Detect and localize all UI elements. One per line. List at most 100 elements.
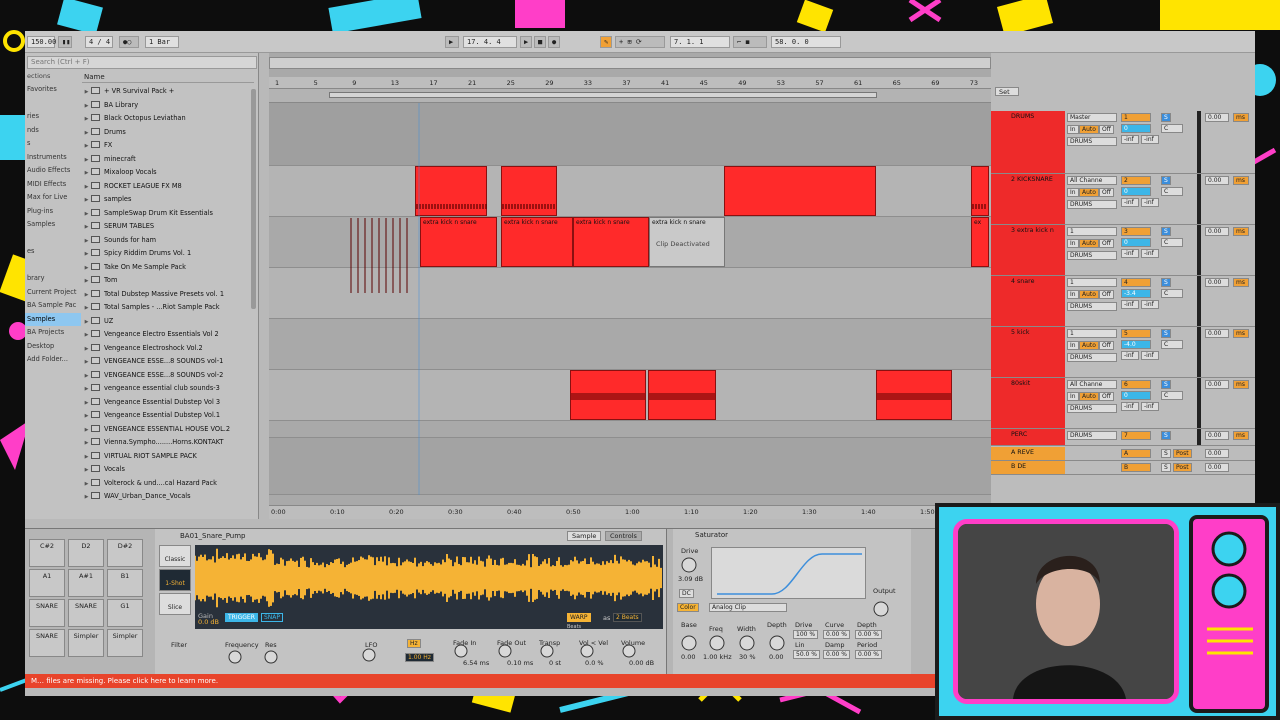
- expand-triangle-icon[interactable]: ▶: [82, 356, 91, 369]
- loop-brace[interactable]: [269, 89, 991, 103]
- return-activator[interactable]: A: [1121, 449, 1151, 458]
- routing-select[interactable]: All Channe: [1067, 176, 1117, 185]
- routing-select[interactable]: DRUMS: [1067, 431, 1117, 440]
- clip[interactable]: [415, 166, 487, 216]
- send-field[interactable]: 0.00: [1205, 380, 1229, 389]
- routing-select[interactable]: All Channe: [1067, 380, 1117, 389]
- browser-folder-item[interactable]: ▶ Vocals: [82, 463, 254, 477]
- mode-1shot-button[interactable]: 1-Shot: [159, 569, 191, 591]
- curve-value[interactable]: 0.00 %: [823, 630, 850, 639]
- solo-button[interactable]: S: [1161, 227, 1171, 236]
- browser-folder-item[interactable]: ▶ + VR Survival Pack +: [82, 85, 254, 99]
- drum-pad[interactable]: SNARE: [29, 599, 65, 627]
- category-item[interactable]: Favorites: [25, 83, 81, 97]
- browser-folder-item[interactable]: ▶ Vengeance Essential Dubstep Vol 3: [82, 396, 254, 410]
- auto-button[interactable]: Auto: [1079, 341, 1099, 350]
- volume-value[interactable]: 0.00 dB: [629, 659, 654, 667]
- auto-button[interactable]: Auto: [1079, 239, 1099, 248]
- clip[interactable]: [648, 370, 716, 420]
- expand-triangle-icon[interactable]: ▶: [82, 289, 91, 302]
- beats-mode[interactable]: Beats: [567, 624, 581, 630]
- track-activator-button[interactable]: 5: [1121, 329, 1151, 338]
- browser-folder-item[interactable]: ▶ FX: [82, 139, 254, 153]
- expand-triangle-icon[interactable]: ▶: [82, 140, 91, 153]
- category-item[interactable]: Plug-ins: [25, 205, 81, 219]
- browser-folder-item[interactable]: ▶ WAV_Urban_Dance_Vocals: [82, 490, 254, 504]
- off-button[interactable]: Off: [1099, 290, 1114, 299]
- browser-folder-item[interactable]: ▶ Mixaloop Vocals: [82, 166, 254, 180]
- track-name[interactable]: 3 extra kick n: [991, 225, 1065, 275]
- transp-value[interactable]: 0 st: [549, 659, 561, 667]
- volume-field[interactable]: -4.0: [1121, 340, 1151, 349]
- volume-field[interactable]: 0: [1121, 124, 1151, 133]
- expand-triangle-icon[interactable]: ▶: [82, 491, 91, 504]
- category-item[interactable]: s: [25, 137, 81, 151]
- expand-triangle-icon[interactable]: ▶: [82, 410, 91, 423]
- drum-pad[interactable]: D2: [68, 539, 104, 567]
- ms-button[interactable]: ms: [1233, 431, 1249, 440]
- volume-field[interactable]: 0: [1121, 391, 1151, 400]
- category-item-samples[interactable]: Samples: [25, 312, 81, 326]
- browser-folder-item[interactable]: ▶ vengeance essential club sounds-3: [82, 382, 254, 396]
- browser-search-input[interactable]: Search (Ctrl + F): [27, 56, 257, 69]
- in-button[interactable]: In: [1067, 341, 1079, 350]
- volume-field[interactable]: -3.4: [1121, 289, 1151, 298]
- lane-drums[interactable]: [269, 103, 991, 166]
- play-icon[interactable]: ▶: [520, 36, 532, 48]
- loop-switch-icon[interactable]: ⌐ ◼: [733, 36, 767, 48]
- arrangement-overview[interactable]: [269, 57, 991, 69]
- in-button[interactable]: In: [1067, 239, 1079, 248]
- off-button[interactable]: Off: [1099, 188, 1114, 197]
- solo-button[interactable]: S: [1161, 176, 1171, 185]
- send-field[interactable]: 0.00: [1205, 463, 1229, 472]
- expand-triangle-icon[interactable]: ▶: [82, 451, 91, 464]
- browser-scrollbar[interactable]: [251, 89, 256, 309]
- category-item[interactable]: ries: [25, 110, 81, 124]
- automation-icons[interactable]: + ⊞ ⟳: [615, 36, 665, 48]
- expand-triangle-icon[interactable]: ▶: [82, 437, 91, 450]
- off-button[interactable]: Off: [1099, 125, 1114, 134]
- expand-triangle-icon[interactable]: ▶: [82, 154, 91, 167]
- in-button[interactable]: In: [1067, 188, 1079, 197]
- drum-pad[interactable]: B1: [107, 569, 143, 597]
- lane-kick[interactable]: [269, 319, 991, 370]
- post-button[interactable]: Post: [1173, 449, 1192, 458]
- track-activator-button[interactable]: 1: [1121, 113, 1151, 122]
- stop-icon[interactable]: ■: [534, 36, 546, 48]
- expand-triangle-icon[interactable]: ▶: [82, 275, 91, 288]
- send-field[interactable]: 0.00: [1205, 431, 1229, 440]
- drive-value[interactable]: 3.09 dB: [678, 575, 703, 583]
- send-field[interactable]: 0.00: [1205, 227, 1229, 236]
- pan-field[interactable]: C: [1161, 289, 1183, 298]
- expand-triangle-icon[interactable]: ▶: [82, 181, 91, 194]
- browser-folder-item[interactable]: ▶ Vengeance Essential Dubstep Vol.1: [82, 409, 254, 423]
- category-item[interactable]: es: [25, 245, 81, 259]
- solo-button[interactable]: S: [1161, 449, 1171, 458]
- ms-button[interactable]: ms: [1233, 113, 1249, 122]
- routing-select[interactable]: Master: [1067, 113, 1117, 122]
- send-field[interactable]: 0.00: [1205, 329, 1229, 338]
- browser-folder-item[interactable]: ▶ Take On Me Sample Pack: [82, 261, 254, 275]
- depth-value[interactable]: 0.00: [769, 653, 783, 661]
- deactivated-clip[interactable]: extra kick n snare Clip Deactivated: [649, 217, 725, 267]
- track-name[interactable]: PERC: [991, 429, 1065, 445]
- loop-length-field[interactable]: 58. 0. 0: [771, 36, 841, 48]
- record-icon[interactable]: ●: [548, 36, 560, 48]
- category-item[interactable]: [25, 232, 81, 246]
- mode-slice-button[interactable]: Slice: [159, 593, 191, 615]
- send-field[interactable]: 0.00: [1205, 113, 1229, 122]
- expand-triangle-icon[interactable]: ▶: [82, 478, 91, 491]
- category-item[interactable]: MIDI Effects: [25, 178, 81, 192]
- return-track-name[interactable]: B DE: [991, 461, 1065, 474]
- expand-triangle-icon[interactable]: ▶: [82, 194, 91, 207]
- output-select[interactable]: DRUMS: [1067, 200, 1117, 209]
- browser-folder-item[interactable]: ▶ minecraft: [82, 153, 254, 167]
- clip[interactable]: [971, 166, 989, 216]
- browser-folder-item[interactable]: ▶ Black Octopus Leviathan: [82, 112, 254, 126]
- signature-field[interactable]: 4 / 4: [85, 36, 113, 48]
- beats-value[interactable]: 2 Beats: [613, 613, 642, 622]
- tempo-field[interactable]: 150.00: [27, 36, 56, 48]
- solo-button[interactable]: S: [1161, 329, 1171, 338]
- lane-returns[interactable]: [269, 438, 991, 495]
- category-item[interactable]: Current Project: [25, 286, 81, 300]
